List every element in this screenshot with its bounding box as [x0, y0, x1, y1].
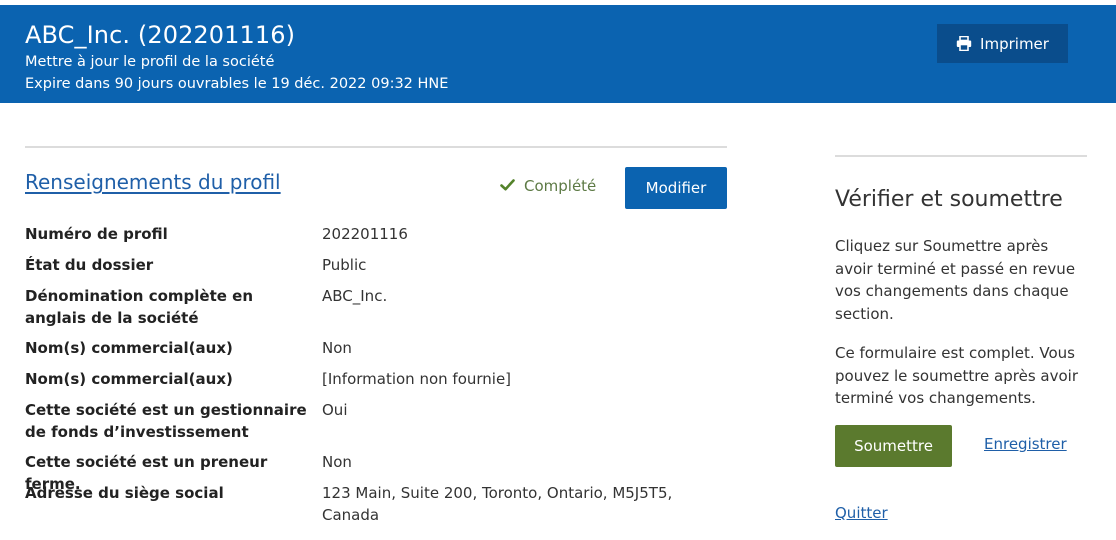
- printer-icon: [956, 36, 972, 51]
- row-value: [Information non fournie]: [322, 370, 512, 388]
- row-value: Non: [322, 339, 352, 357]
- save-link[interactable]: Enregistrer: [984, 435, 1067, 453]
- print-button-label: Imprimer: [980, 34, 1049, 53]
- row-value: 202201116: [322, 225, 408, 243]
- row-label: Cette société est un gestionnaire de fon…: [25, 401, 307, 441]
- sidebar-instructions: Cliquez sur Soumettre après avoir termin…: [835, 237, 1076, 323]
- row-value: Public: [322, 256, 367, 274]
- row-value: 123 Main, Suite 200, Toronto, Ontario, M…: [322, 484, 673, 524]
- section-divider: [25, 146, 727, 148]
- row-value: Oui: [322, 401, 348, 419]
- print-button[interactable]: Imprimer: [937, 24, 1068, 63]
- expiry-notice: Expire dans 90 jours ouvrables le 19 déc…: [25, 76, 449, 92]
- checkmark-icon: [500, 177, 515, 195]
- quit-link[interactable]: Quitter: [835, 504, 888, 522]
- sidebar-status-message: Ce formulaire est complet. Vous pouvez l…: [835, 344, 1078, 407]
- profile-section-link[interactable]: Renseignements du profil: [25, 170, 281, 194]
- row-label: Nom(s) commercial(aux): [25, 339, 233, 357]
- status-label: Complété: [524, 177, 597, 195]
- submit-button[interactable]: Soumettre: [835, 425, 952, 467]
- page-title: ABC_Inc. (202201116): [25, 21, 296, 49]
- row-label: Nom(s) commercial(aux): [25, 370, 233, 388]
- page-header: ABC_Inc. (202201116) Mettre à jour le pr…: [0, 5, 1116, 103]
- page-subtitle: Mettre à jour le profil de la société: [25, 54, 275, 70]
- sidebar-divider: [835, 155, 1087, 157]
- row-label: Dénomination complète en anglais de la s…: [25, 287, 253, 327]
- status-indicator: Complété: [500, 177, 596, 195]
- row-value: ABC_Inc.: [322, 287, 388, 305]
- row-value: Non: [322, 453, 352, 471]
- sidebar-title: Vérifier et soumettre: [835, 187, 1063, 212]
- row-label: Adresse du siège social: [25, 484, 224, 502]
- row-label: État du dossier: [25, 256, 154, 274]
- row-label: Numéro de profil: [25, 225, 168, 243]
- modify-button[interactable]: Modifier: [625, 167, 727, 209]
